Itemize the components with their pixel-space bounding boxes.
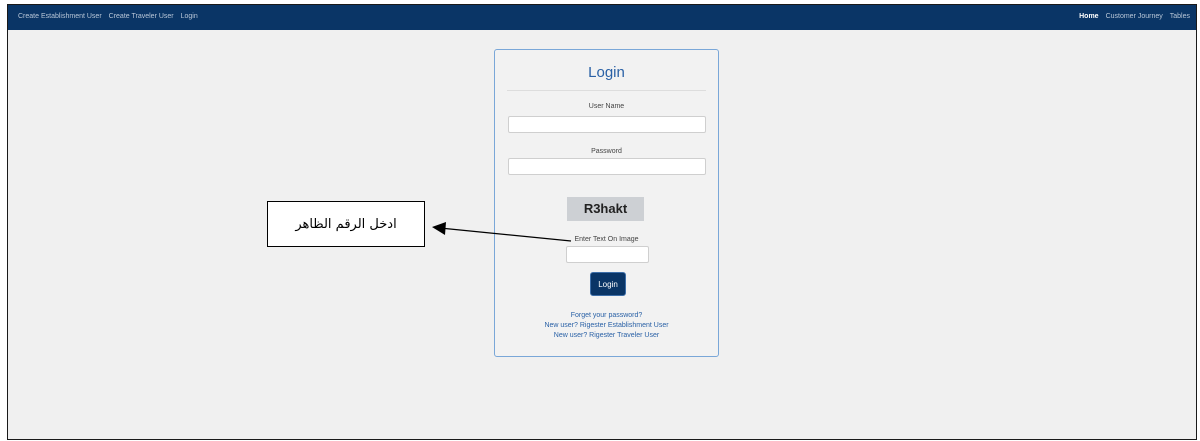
annotation-callout-text: ادخل الرقم الظاهر — [295, 216, 397, 232]
screenshot-frame: Create Establishment User Create Travele… — [7, 4, 1197, 440]
captcha-label: Enter Text On Image — [574, 236, 639, 243]
nav-link-home[interactable]: Home — [1079, 13, 1098, 20]
register-traveler-link[interactable]: New user? Rigester Traveler User — [495, 332, 718, 339]
forgot-password-link[interactable]: Forget your password? — [495, 312, 718, 319]
login-card: Login User Name Password R3hakt Enter Te… — [494, 49, 719, 357]
password-input[interactable] — [508, 158, 706, 175]
title-divider — [507, 90, 706, 91]
top-navbar: Create Establishment User Create Travele… — [8, 5, 1196, 30]
navbar-left-links: Create Establishment User Create Travele… — [18, 13, 198, 20]
captcha-image: R3hakt — [567, 197, 644, 221]
navbar-right-links: Home Customer Journey Tables — [1079, 13, 1190, 20]
annotation-callout: ادخل الرقم الظاهر — [267, 201, 425, 247]
register-establishment-link[interactable]: New user? Rigester Establishment User — [495, 322, 718, 329]
login-button[interactable]: Login — [590, 272, 626, 296]
nav-link-create-establishment-user[interactable]: Create Establishment User — [18, 13, 102, 20]
nav-link-customer-journey[interactable]: Customer Journey — [1106, 13, 1163, 20]
nav-link-login[interactable]: Login — [181, 13, 198, 20]
nav-link-tables[interactable]: Tables — [1170, 13, 1190, 20]
username-input[interactable] — [508, 116, 706, 133]
nav-link-create-traveler-user[interactable]: Create Traveler User — [109, 13, 174, 20]
captcha-input[interactable] — [566, 246, 649, 263]
password-label: Password — [591, 148, 622, 155]
username-label: User Name — [588, 103, 625, 110]
login-title: Login — [588, 64, 625, 81]
